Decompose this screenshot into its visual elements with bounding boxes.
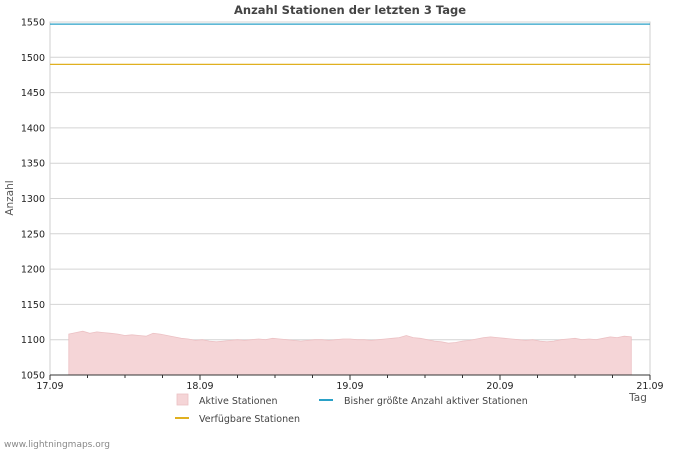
chart-title: Anzahl Stationen der letzten 3 Tage <box>234 3 466 17</box>
x-tick-label: 21.09 <box>636 381 663 392</box>
x-tick-label: 17.09 <box>36 381 63 392</box>
y-tick-label: 1250 <box>21 229 45 240</box>
y-tick-label: 1450 <box>21 88 45 99</box>
y-axis-label: Anzahl <box>4 180 16 215</box>
y-tick-label: 1050 <box>21 371 45 382</box>
y-tick-label: 1400 <box>21 123 45 134</box>
y-tick-label: 1300 <box>21 194 45 205</box>
y-tick-label: 1200 <box>21 265 45 276</box>
x-axis-label: Tag <box>628 392 647 404</box>
y-tick-label: 1500 <box>21 53 45 64</box>
x-tick-label: 18.09 <box>186 381 213 392</box>
legend-label-max: Bisher größte Anzahl aktiver Stationen <box>344 396 528 407</box>
station-count-chart: Anzahl Stationen der letzten 3 Tage 1550… <box>4 3 664 450</box>
x-tick-label: 19.09 <box>336 381 363 392</box>
y-tick-label: 1350 <box>21 159 45 170</box>
x-tick-label: 20.09 <box>486 381 513 392</box>
y-tick-label: 1150 <box>21 300 45 311</box>
footer-credit: www.lightningmaps.org <box>4 440 110 450</box>
legend-label-aktive: Aktive Stationen <box>199 396 278 407</box>
legend-swatch-aktive <box>176 393 189 406</box>
chart-container: Anzahl Stationen der letzten 3 Tage 1550… <box>0 0 700 450</box>
y-tick-label: 1550 <box>21 18 45 29</box>
series-area-aktive-stationen <box>68 330 632 376</box>
y-tick-label: 1100 <box>21 335 45 346</box>
legend-label-verfuegbar: Verfügbare Stationen <box>199 414 300 425</box>
